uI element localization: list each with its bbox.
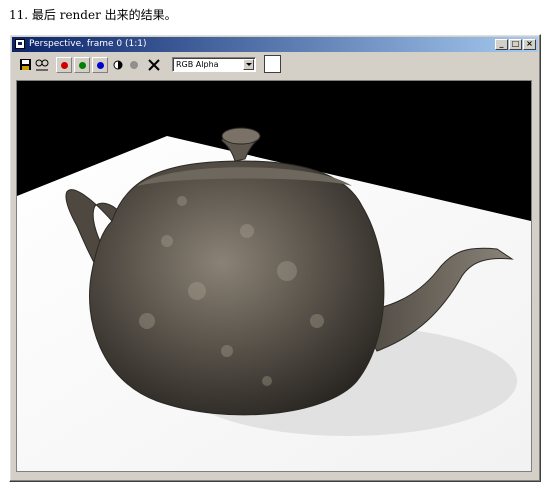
render-viewport: [16, 80, 532, 472]
mono-icon[interactable]: [110, 57, 126, 73]
alpha-icon[interactable]: [126, 57, 142, 73]
clear-icon[interactable]: [146, 57, 162, 73]
color-swatch[interactable]: [264, 55, 281, 73]
blue-channel-icon[interactable]: [92, 57, 108, 73]
clone-icon[interactable]: [34, 57, 50, 73]
window-icon: [15, 39, 25, 49]
close-button[interactable]: ×: [523, 39, 536, 50]
title-bar[interactable]: Perspective, frame 0 (1:1) _ □ ×: [12, 37, 538, 52]
green-channel-icon[interactable]: [74, 57, 90, 73]
channel-select[interactable]: RGB Alpha: [172, 57, 256, 72]
channel-select-value: RGB Alpha: [176, 60, 219, 69]
caption-text: 11. 最后 render 出来的结果。: [9, 8, 177, 22]
toolbar: RGB Alpha: [12, 54, 538, 76]
save-icon[interactable]: [18, 57, 34, 73]
maximize-button[interactable]: □: [509, 39, 522, 50]
window-title: Perspective, frame 0 (1:1): [29, 39, 147, 49]
minimize-button[interactable]: _: [495, 39, 508, 50]
render-window: Perspective, frame 0 (1:1) _ □ × RGB Alp…: [9, 34, 541, 482]
render-image: [17, 127, 531, 471]
red-channel-icon[interactable]: [56, 57, 72, 73]
chevron-down-icon[interactable]: [243, 59, 254, 70]
